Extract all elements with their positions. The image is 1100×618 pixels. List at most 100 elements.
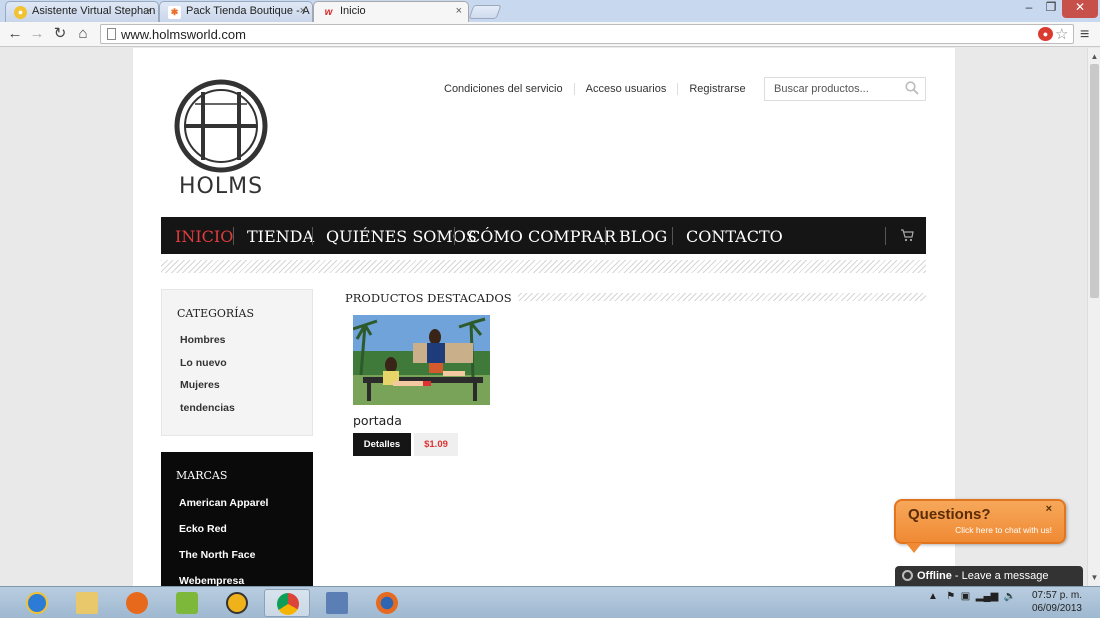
search-input[interactable] xyxy=(765,78,905,100)
nav-tienda[interactable]: TIENDA xyxy=(247,227,314,246)
address-bar[interactable]: www.holmsworld.com ● ☆ xyxy=(100,24,1074,44)
orange-app-icon[interactable] xyxy=(116,589,158,617)
system-tray: ▲ ⚑ ▣ ▂▄▆ 🔈 xyxy=(928,591,1016,602)
brands-title: MARCAS xyxy=(176,469,228,482)
w-logo-icon: w xyxy=(324,7,333,18)
tab-title: Inicio xyxy=(340,5,366,17)
tray-power-icon[interactable]: ▣ xyxy=(961,591,970,602)
scroll-down-icon[interactable]: ▼ xyxy=(1088,571,1100,584)
page-scrollbar[interactable]: ▲ ▼ xyxy=(1087,48,1100,586)
decorative-stripes xyxy=(498,293,926,301)
restore-button[interactable]: ❐ xyxy=(1040,0,1062,18)
holms-logo-mark xyxy=(174,79,268,173)
categories-panel: CATEGORÍAS Hombres Lo nuevo Mujeres tend… xyxy=(161,289,313,436)
bookmark-star-icon[interactable]: ☆ xyxy=(1055,25,1068,43)
close-icon[interactable]: × xyxy=(300,5,306,17)
speedometer-app-icon[interactable] xyxy=(216,589,258,617)
tab-title: Pack Tienda Boutique - A xyxy=(186,5,310,17)
categories-title: CATEGORÍAS xyxy=(177,307,255,320)
close-icon[interactable]: × xyxy=(146,5,152,17)
windows-taskbar: ▲ ⚑ ▣ ▂▄▆ 🔈 07:57 p. m. 06/09/2013 xyxy=(0,586,1100,618)
scroll-thumb[interactable] xyxy=(1090,64,1099,298)
url-text: www.holmsworld.com xyxy=(121,27,246,42)
nav-separator xyxy=(312,227,313,245)
close-window-button[interactable]: ✕ xyxy=(1062,0,1098,18)
tab-title: Asistente Virtual Stephan xyxy=(32,5,156,17)
search-icon[interactable] xyxy=(905,81,919,95)
page-content: HOLMS Condiciones del servicio Acceso usu… xyxy=(133,48,955,586)
category-item[interactable]: Hombres xyxy=(180,334,235,357)
decorative-stripes xyxy=(161,260,926,273)
chat-offline-text: - Leave a message xyxy=(951,570,1049,582)
chat-bubble-tail xyxy=(906,543,922,553)
chrome-icon[interactable] xyxy=(264,589,310,617)
featured-products-title: PRODUCTOS DESTACADOS xyxy=(345,291,518,305)
logo-wordmark: HOLMS xyxy=(179,174,264,199)
w-app-icon[interactable] xyxy=(166,589,208,617)
page-icon xyxy=(107,28,116,40)
reload-button[interactable]: ↻ xyxy=(51,25,69,43)
browser-menu-button[interactable]: ≡ xyxy=(1080,26,1089,44)
top-links: Condiciones del servicio Acceso usuarios R… xyxy=(432,83,757,97)
yellow-circle-icon: ● xyxy=(14,6,27,19)
category-item[interactable]: Lo nuevo xyxy=(180,357,235,380)
browser-tabstrip: ● Asistente Virtual Stephan × ✱ Pack Tie… xyxy=(0,0,1100,23)
close-icon[interactable]: × xyxy=(1046,503,1052,515)
taskbar-clock[interactable]: 07:57 p. m. 06/09/2013 xyxy=(1032,589,1082,615)
terms-link[interactable]: Condiciones del servicio xyxy=(432,83,574,95)
nav-separator xyxy=(233,227,234,245)
chat-prompt-bubble[interactable]: Questions? × Click here to chat with us! xyxy=(894,499,1066,544)
brand-item[interactable]: Ecko Red xyxy=(179,523,268,549)
category-item[interactable]: Mujeres xyxy=(180,379,235,402)
tab-inicio[interactable]: w Inicio × xyxy=(313,1,469,23)
close-icon[interactable]: × xyxy=(456,5,462,17)
cart-icon[interactable] xyxy=(900,228,914,242)
clock-time: 07:57 p. m. xyxy=(1031,590,1082,601)
tray-flag-icon[interactable]: ⚑ xyxy=(946,591,955,602)
product-photo[interactable] xyxy=(353,315,490,405)
nav-separator xyxy=(605,227,606,245)
nav-contacto[interactable]: CONTACTO xyxy=(686,227,783,246)
file-explorer-icon[interactable] xyxy=(66,589,108,617)
network-app-icon[interactable] xyxy=(316,589,358,617)
brand-item[interactable]: The North Face xyxy=(179,549,268,575)
details-button[interactable]: Detalles xyxy=(353,433,411,456)
firefox-icon[interactable] xyxy=(366,589,408,617)
new-tab-button[interactable] xyxy=(468,5,502,19)
chat-title: Questions? xyxy=(908,506,991,523)
brands-panel: MARCAS American Apparel Ecko Red The Nor… xyxy=(161,452,313,586)
extension-icon[interactable]: ● xyxy=(1038,27,1053,41)
nav-separator xyxy=(885,227,886,245)
product-price: $1.09 xyxy=(414,433,458,456)
internet-explorer-icon[interactable] xyxy=(16,589,58,617)
tray-expand-icon[interactable]: ▲ xyxy=(928,591,938,602)
site-logo[interactable]: HOLMS xyxy=(173,78,269,199)
home-button[interactable]: ⌂ xyxy=(74,25,92,43)
category-item[interactable]: tendencias xyxy=(180,402,235,425)
main-navigation: INICIO TIENDA QUIÉNES SOMOS CÓMO COMPRAR… xyxy=(161,217,926,254)
tray-network-icon[interactable]: ▂▄▆ xyxy=(976,591,998,602)
login-link[interactable]: Acceso usuarios xyxy=(573,83,678,95)
nav-como-comprar[interactable]: CÓMO COMPRAR xyxy=(468,227,616,246)
register-link[interactable]: Registrarse xyxy=(677,83,756,95)
chat-status-icon xyxy=(902,570,913,581)
tray-volume-icon[interactable]: 🔈 xyxy=(1004,591,1016,602)
product-name[interactable]: portada xyxy=(353,413,490,428)
chat-offline-label: Offline xyxy=(917,570,952,582)
nav-blog[interactable]: BLOG xyxy=(619,227,667,246)
chat-offline-bar[interactable]: Offline - Leave a message xyxy=(895,566,1083,586)
browser-toolbar: ← → ↻ ⌂ www.holmsworld.com ● ☆ xyxy=(0,22,1100,47)
brand-item[interactable]: Webempresa xyxy=(179,575,268,586)
tab-asistente-virtual[interactable]: ● Asistente Virtual Stephan × xyxy=(5,1,159,22)
product-search xyxy=(764,77,926,101)
back-button[interactable]: ← xyxy=(6,25,24,43)
nav-separator xyxy=(672,227,673,245)
forward-button[interactable]: → xyxy=(28,25,46,43)
clock-date: 06/09/2013 xyxy=(1031,603,1082,614)
chat-subtitle: Click here to chat with us! xyxy=(955,525,1052,535)
brand-item[interactable]: American Apparel xyxy=(179,497,268,523)
scroll-up-icon[interactable]: ▲ xyxy=(1088,50,1100,63)
nav-inicio[interactable]: INICIO xyxy=(175,227,233,246)
minimize-button[interactable]: – xyxy=(1018,0,1040,18)
tab-pack-tienda[interactable]: ✱ Pack Tienda Boutique - A × xyxy=(159,1,313,22)
